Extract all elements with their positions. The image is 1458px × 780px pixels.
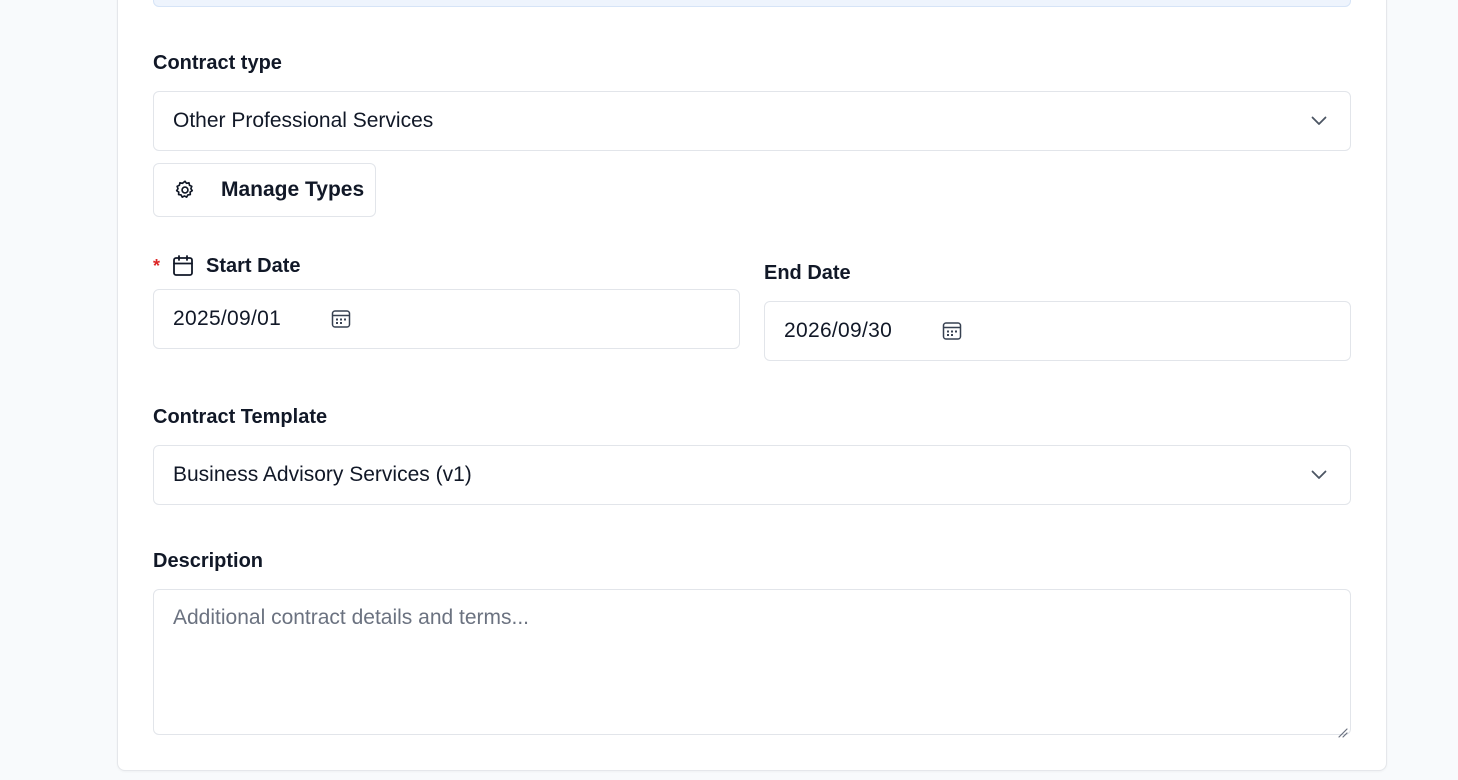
- calendar-grid-icon[interactable]: [941, 320, 963, 342]
- calendar-icon: [172, 254, 194, 278]
- calendar-grid-icon[interactable]: [330, 308, 352, 330]
- start-date-input[interactable]: 2025/09/01: [153, 289, 740, 349]
- end-date-input[interactable]: 2026/09/30: [764, 301, 1351, 361]
- info-banner: [153, 0, 1351, 7]
- resize-handle-icon[interactable]: [1336, 720, 1348, 738]
- contract-type-select[interactable]: Other Professional Services: [153, 91, 1351, 151]
- description-label: Description: [153, 550, 264, 572]
- contract-type-label: Contract type: [153, 52, 282, 74]
- chevron-down-icon: [1310, 112, 1328, 130]
- end-date-value: 2026/09/30: [784, 319, 893, 342]
- contract-template-select[interactable]: Business Advisory Services (v1): [153, 445, 1351, 505]
- description-textarea[interactable]: Additional contract details and terms...: [153, 589, 1351, 738]
- manage-types-label: Manage Types: [221, 178, 365, 201]
- gear-icon: [173, 178, 197, 202]
- end-date-label: End Date: [764, 262, 851, 284]
- contract-type-value: Other Professional Services: [173, 109, 434, 132]
- contract-template-value: Business Advisory Services (v1): [173, 463, 472, 486]
- chevron-down-icon: [1310, 466, 1328, 484]
- start-date-label-row: * Start Date: [153, 254, 301, 278]
- start-date-label: Start Date: [206, 254, 301, 277]
- start-date-value: 2025/09/01: [173, 307, 282, 330]
- contract-template-label: Contract Template: [153, 406, 328, 428]
- required-marker: *: [153, 255, 161, 276]
- description-placeholder: Additional contract details and terms...: [173, 606, 530, 629]
- manage-types-button[interactable]: Manage Types: [153, 163, 376, 217]
